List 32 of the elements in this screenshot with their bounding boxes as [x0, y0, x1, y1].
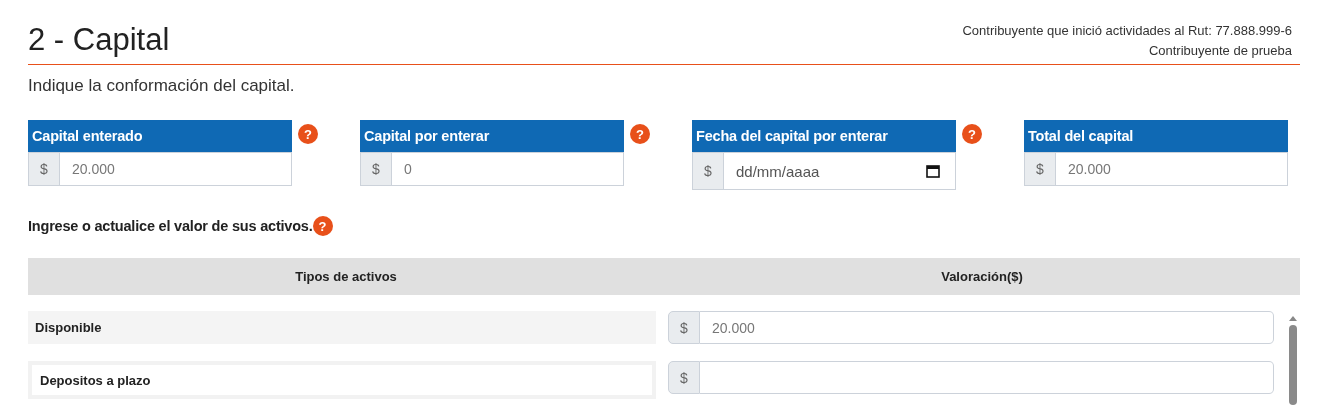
currency-prefix: $ [360, 152, 392, 186]
asset-type-cell[interactable]: Disponible [28, 311, 656, 344]
page-title: 2 - Capital [28, 22, 170, 58]
column-header: Valoración($) [940, 268, 1024, 286]
help-icon[interactable]: ? [962, 124, 982, 144]
help-icon[interactable]: ? [312, 216, 333, 236]
column-header: Tipos de activos [294, 268, 398, 286]
amount-field[interactable]: 20.000 [1056, 152, 1288, 186]
taxpayer-rut: Contribuyente que inició actividades al Rut: 77.888.999-6 [962, 23, 1292, 38]
taxpayer-name: Contribuyente de prueba [1148, 43, 1292, 58]
help-icon[interactable]: ? [630, 124, 650, 144]
scroll-up-icon[interactable] [1289, 316, 1297, 321]
currency-prefix: $ [1024, 152, 1056, 186]
amount-field[interactable]: 0 [392, 152, 624, 186]
field-label: Capital enterado [28, 120, 292, 152]
scrollbar-thumb[interactable] [1289, 325, 1297, 405]
amount-field[interactable]: 20.000 [700, 311, 1274, 344]
help-icon[interactable]: ? [298, 124, 318, 144]
field-label: Fecha del capital por enterar [692, 120, 956, 152]
currency-prefix: $ [692, 152, 724, 190]
date-field[interactable]: dd/mm/aaaa [724, 152, 956, 190]
currency-prefix: $ [668, 311, 700, 344]
intro-text: Indique la conformación del capital. [28, 76, 296, 96]
asset-type-cell[interactable]: Depositos a plazo [28, 361, 656, 399]
calendar-icon[interactable] [926, 164, 940, 178]
currency-prefix: $ [28, 152, 60, 186]
field-label: Capital por enterar [360, 120, 624, 152]
amount-field[interactable] [700, 361, 1274, 394]
assets-prompt: Ingrese o actualice el valor de sus activos. [28, 218, 313, 234]
currency-prefix: $ [668, 361, 700, 394]
field-label: Total del capital [1024, 120, 1288, 152]
amount-field[interactable]: 20.000 [60, 152, 292, 186]
